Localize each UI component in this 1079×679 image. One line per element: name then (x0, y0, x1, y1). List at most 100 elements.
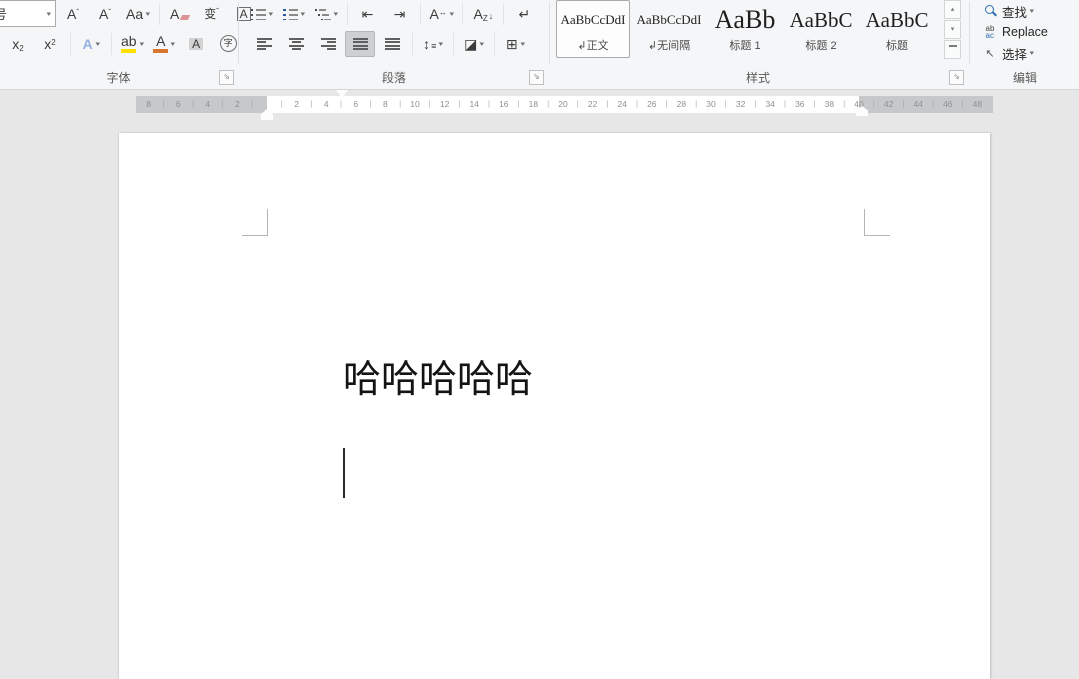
ruler-tick: | (370, 96, 372, 113)
text-highlight-color-button[interactable]: ab▾ (117, 31, 147, 57)
align-center-button[interactable] (281, 31, 311, 57)
ruler-number: 24 (617, 96, 626, 113)
ruler-tick: | (962, 96, 964, 113)
paragraph-group-label: 段落 (240, 69, 548, 85)
line-spacing-button[interactable]: ↕≡▾ (418, 31, 448, 57)
style-title-label: 标题 (886, 37, 908, 53)
chevron-down-icon: ▾ (47, 10, 52, 18)
ruler-tick: | (251, 96, 253, 113)
sort-button[interactable]: AZ↓ (468, 1, 498, 27)
ruler-strip: 8642246810121416182022242628303234363840… (0, 90, 1079, 120)
style-no-spacing-chip[interactable]: AaBbCcDdI↲无间隔 (632, 0, 706, 58)
ruler-number: 4 (324, 96, 329, 113)
align-right-icon (321, 38, 336, 50)
increase-indent-button[interactable]: ⇥ (385, 1, 415, 27)
style-heading-1-label: 标题 1 (729, 37, 760, 53)
text-effects-button[interactable]: A▾ (76, 31, 106, 57)
replace-button[interactable]: Replace (980, 22, 1079, 42)
align-center-icon (289, 38, 304, 50)
font-size-select-button[interactable]: 一号 ▾ (0, 0, 56, 27)
grow-font-icon: Aˆ (67, 7, 79, 21)
gallery-scroll-up-button[interactable]: ▴ (944, 0, 961, 19)
ruler-number: 8 (146, 96, 151, 113)
change-case-button[interactable]: Aa▾ (122, 1, 154, 27)
editing-group: 查找▾Replace↖选择▾ (980, 0, 1079, 64)
button-divider (453, 33, 454, 55)
phonetic-guide-button[interactable]: 变˘ (197, 1, 227, 27)
chevron-down-icon: ▾ (171, 40, 176, 48)
distribute-icon (385, 38, 400, 50)
shading-fill-icon: ◪ (464, 37, 477, 51)
numbering-button[interactable]: ▾ (279, 1, 309, 27)
styles-gallery: AaBbCcDdI↲正文AaBbCcDdI↲无间隔AaBb标题 1AaBbC标题… (556, 0, 940, 62)
sort-icon: AZ↓ (474, 7, 494, 21)
button-divider (70, 33, 71, 55)
asian-layout-button[interactable]: A↔▾ (426, 1, 458, 27)
ruler-tick: | (488, 96, 490, 113)
increase-indent-icon: ⇥ (394, 7, 406, 21)
change-case-icon: Aa (126, 7, 143, 21)
font-color-icon: A (156, 34, 165, 48)
ruler-tick: | (458, 96, 460, 113)
style-heading-2-label: 标题 2 (805, 37, 836, 53)
style-title-chip[interactable]: AaBbC标题 (860, 0, 934, 58)
subscript-icon: x2 (12, 37, 23, 51)
style-heading-1-chip[interactable]: AaBb标题 1 (708, 0, 782, 58)
ruler-number: 36 (795, 96, 804, 113)
font-size-select-value: 一号 (0, 4, 7, 23)
align-right-button[interactable] (313, 31, 343, 57)
ruler-number: 18 (529, 96, 538, 113)
find-button[interactable]: 查找▾ (980, 1, 1079, 21)
document-text[interactable]: 哈哈哈哈哈 (343, 357, 533, 401)
chevron-down-icon: ▾ (146, 10, 151, 18)
justify-button[interactable] (345, 31, 375, 57)
ruler-number: 2 (294, 96, 299, 113)
ruler-tick: | (192, 96, 194, 113)
font-dialog-launcher-icon[interactable]: ⇘ (219, 70, 234, 85)
ruler-tick: | (281, 96, 283, 113)
style-normal-chip[interactable]: AaBbCcDdI↲正文 (556, 0, 630, 58)
ruler-tick: | (784, 96, 786, 113)
styles-dialog-launcher-icon[interactable]: ⇘ (949, 70, 964, 85)
ruler-number: 46 (943, 96, 952, 113)
decrease-indent-icon: ⇤ (362, 7, 374, 21)
document-page[interactable]: 哈哈哈哈哈 (119, 133, 990, 679)
character-shading-button[interactable]: A (181, 31, 211, 57)
document-area: 哈哈哈哈哈 (0, 120, 1079, 679)
shrink-font-button[interactable]: Aˇ (90, 1, 120, 27)
select-button[interactable]: ↖选择▾ (980, 43, 1079, 63)
clear-formatting-button[interactable]: A (165, 1, 195, 27)
ruler-tick: | (695, 96, 697, 113)
shading-fill-button[interactable]: ◪▾ (459, 31, 489, 57)
multilevel-list-button[interactable]: ▾ (311, 1, 342, 27)
subscript-button[interactable]: x2 (3, 31, 33, 57)
style-heading-2-chip[interactable]: AaBbC标题 2 (784, 0, 858, 58)
ruler-tick: | (310, 96, 312, 113)
distribute-button[interactable] (377, 31, 407, 57)
paragraph-group-row2: ↕≡▾ ◪▾ ⊞▾ (248, 30, 531, 57)
ruler-number: 4 (205, 96, 210, 113)
ruler-number: 20 (558, 96, 567, 113)
paragraph-dialog-launcher-icon[interactable]: ⇘ (529, 70, 544, 85)
align-left-button[interactable] (249, 31, 279, 57)
decrease-indent-button[interactable]: ⇤ (353, 1, 383, 27)
ruler-tick: | (666, 96, 668, 113)
button-divider (347, 3, 348, 25)
line-spacing-icon: ↕≡ (423, 37, 436, 51)
ruler-number: 6 (353, 96, 358, 113)
bullets-button[interactable]: ▾ (247, 1, 277, 27)
gallery-more-button[interactable] (944, 40, 961, 59)
ruler-number: 48 (973, 96, 982, 113)
show-hide-marks-icon: ↵ (519, 7, 531, 21)
button-divider (420, 3, 421, 25)
superscript-button[interactable]: x2 (35, 31, 65, 57)
borders-button[interactable]: ⊞▾ (500, 31, 530, 57)
ruler-tick: | (754, 96, 756, 113)
show-hide-marks-button[interactable]: ↵ (509, 1, 539, 27)
grow-font-button[interactable]: Aˆ (58, 1, 88, 27)
ruler-tick: | (222, 96, 224, 113)
button-divider (494, 33, 495, 55)
ruler-number: 30 (706, 96, 715, 113)
gallery-scroll-down-button[interactable]: ▾ (944, 20, 961, 39)
font-color-button[interactable]: A▾ (149, 31, 179, 57)
